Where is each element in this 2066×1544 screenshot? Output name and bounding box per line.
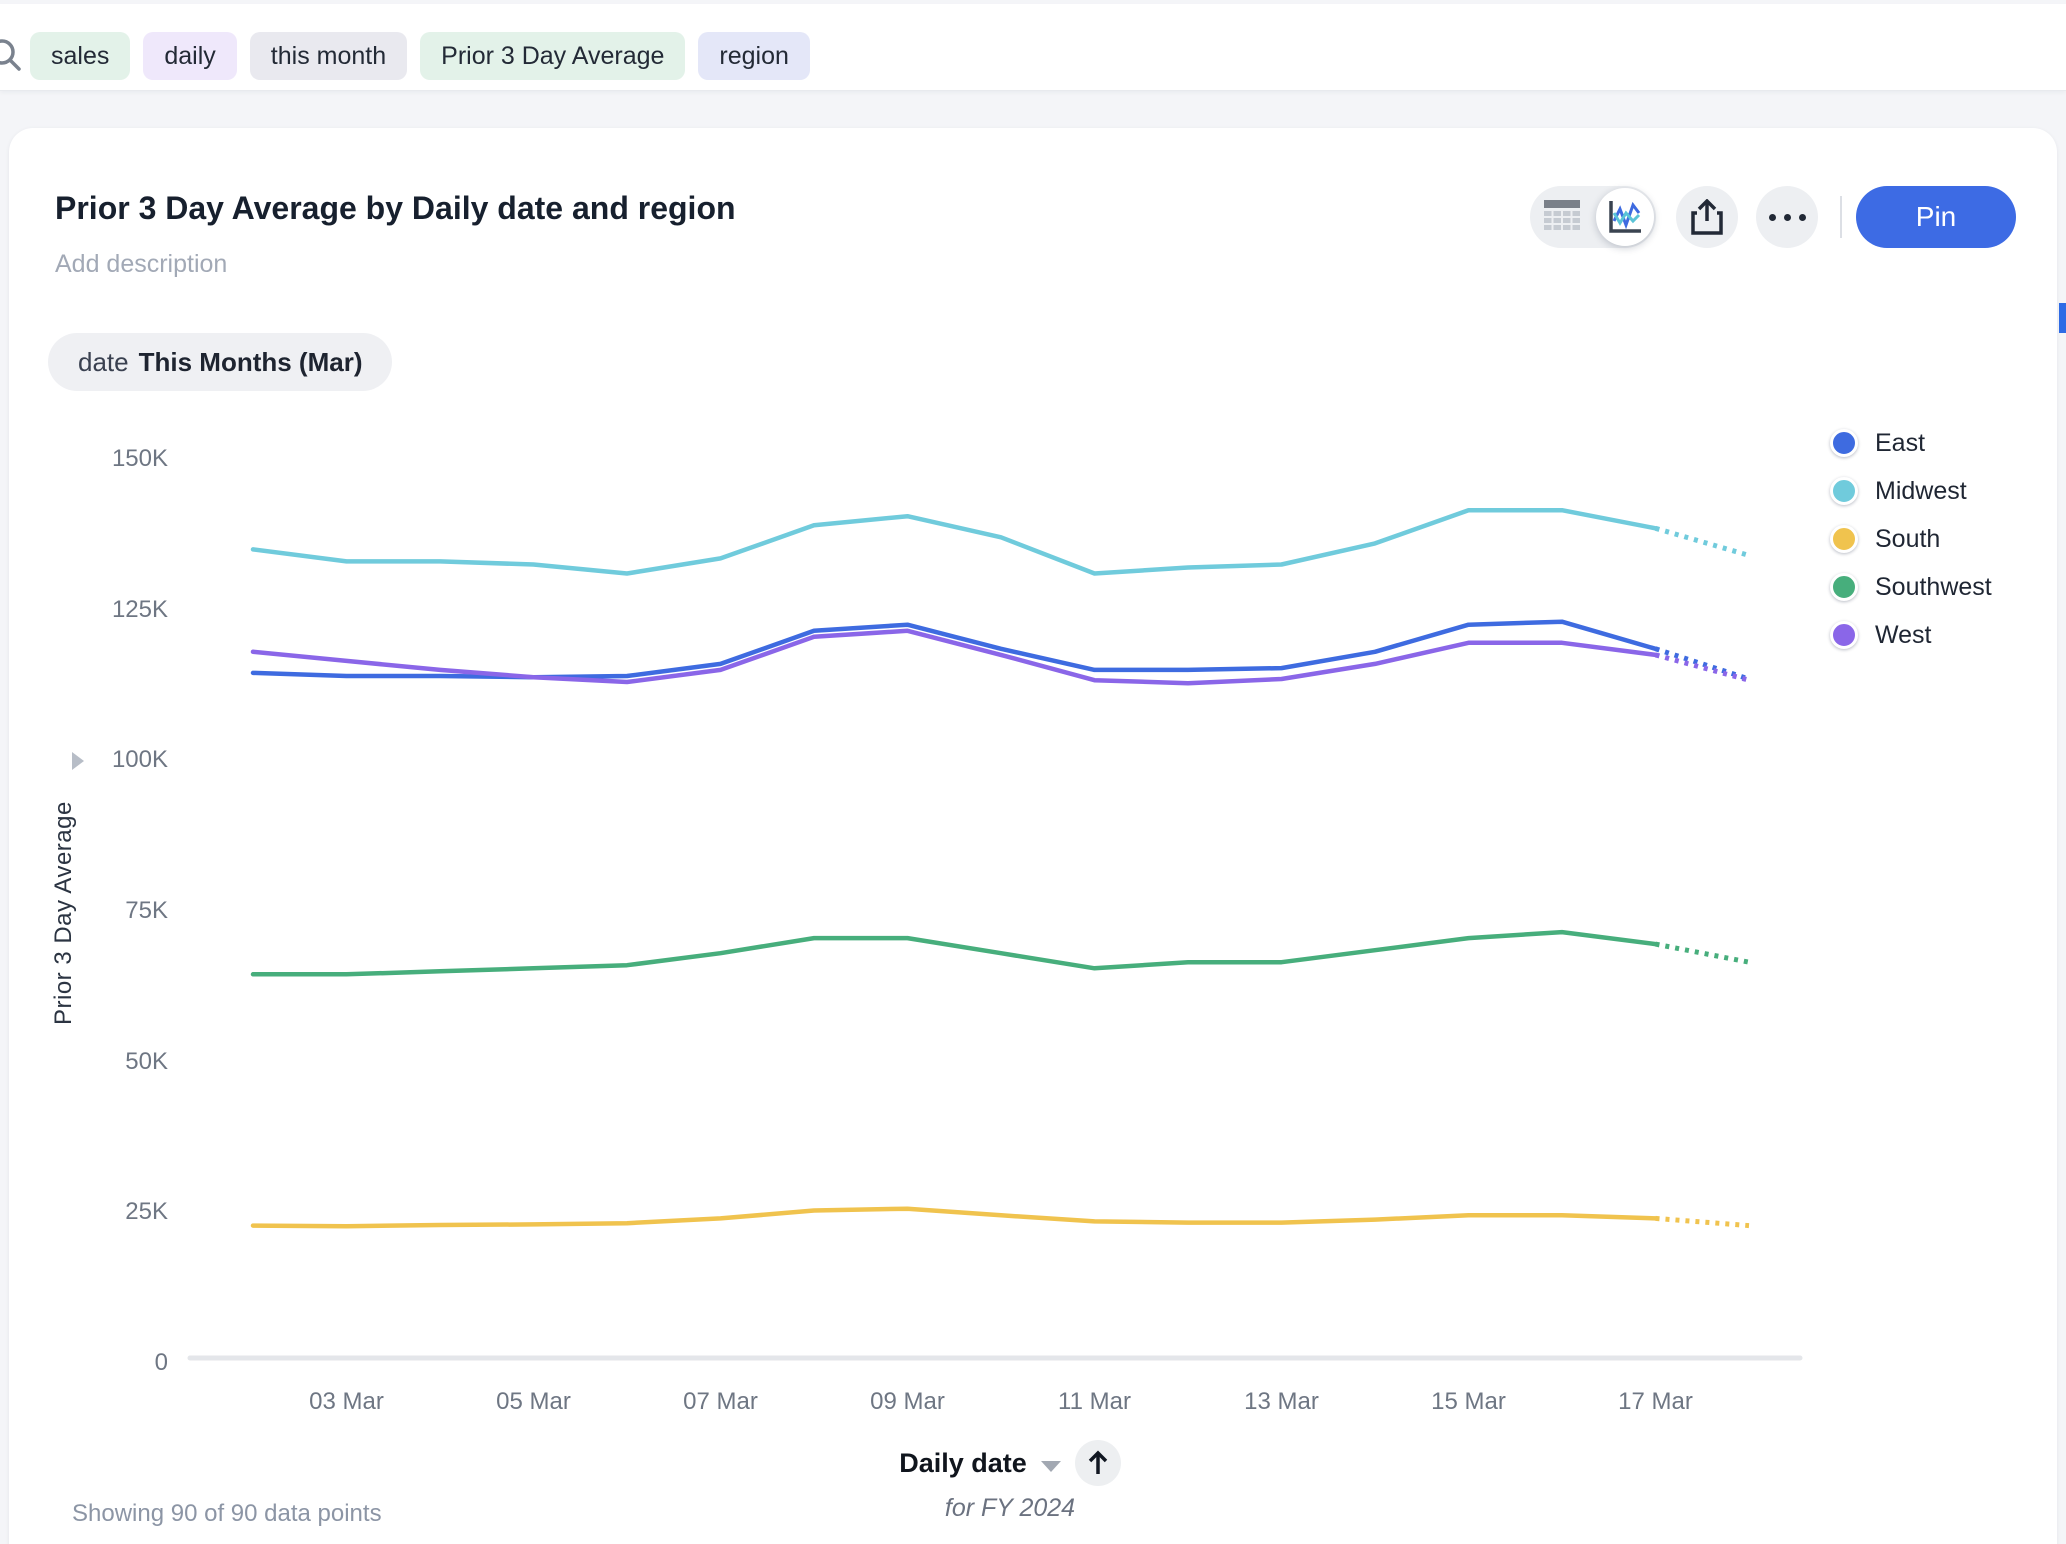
add-description[interactable]: Add description — [55, 250, 227, 279]
x-axis-subtitle: for FY 2024 — [945, 1494, 1075, 1523]
date-filter-chip[interactable]: date This Months (Mar) — [48, 333, 392, 391]
answer-page: sales daily this month Prior 3 Day Average r… — [0, 0, 2066, 1544]
line-southwest[interactable] — [253, 932, 1656, 974]
scroll-indicator[interactable] — [2059, 303, 2066, 333]
search-token-prior-3-day-average[interactable]: Prior 3 Day Average — [420, 32, 685, 80]
ellipsis-icon — [1769, 214, 1806, 221]
legend-label-south: South — [1875, 525, 1940, 554]
legend-label-midwest: Midwest — [1875, 477, 1967, 506]
line-west-forecast[interactable] — [1656, 655, 1750, 680]
search-token-list: sales daily this month Prior 3 Day Average r… — [30, 32, 810, 80]
x-tick-09-mar: 09 Mar — [848, 1388, 968, 1416]
chevron-down-icon[interactable] — [1041, 1461, 1061, 1472]
table-view-icon[interactable] — [1544, 200, 1580, 234]
legend-item-east[interactable]: East — [1830, 419, 1992, 467]
legend-item-west[interactable]: West — [1830, 611, 1992, 659]
share-button[interactable] — [1676, 186, 1738, 248]
legend-swatch-east — [1830, 429, 1858, 457]
legend-swatch-midwest — [1830, 477, 1858, 505]
line-south-forecast[interactable] — [1656, 1218, 1750, 1225]
more-options-button[interactable] — [1756, 186, 1818, 248]
legend-swatch-south — [1830, 525, 1858, 553]
legend-swatch-west — [1830, 621, 1858, 649]
x-tick-13-mar: 13 Mar — [1222, 1388, 1342, 1416]
x-tick-07-mar: 07 Mar — [661, 1388, 781, 1416]
share-icon — [1691, 199, 1723, 235]
pin-button[interactable]: Pin — [1856, 186, 2016, 248]
toolbar-divider — [1840, 196, 1842, 238]
legend-label-east: East — [1875, 429, 1925, 458]
search-token-daily[interactable]: daily — [143, 32, 236, 80]
x-tick-17-mar: 17 Mar — [1596, 1388, 1716, 1416]
search-token-this-month[interactable]: this month — [250, 32, 407, 80]
line-south[interactable] — [253, 1209, 1656, 1227]
line-midwest[interactable] — [253, 510, 1656, 573]
line-chart-canvas[interactable] — [140, 420, 1820, 1380]
line-midwest-forecast[interactable] — [1656, 528, 1750, 555]
filter-value: This Months (Mar) — [139, 347, 363, 378]
x-axis-label[interactable]: Daily date — [899, 1448, 1027, 1479]
data-points-footnote: Showing 90 of 90 data points — [72, 1500, 382, 1528]
view-toggle[interactable] — [1530, 186, 1656, 248]
x-tick-03-mar: 03 Mar — [287, 1388, 407, 1416]
arrow-up-icon — [1086, 1450, 1110, 1476]
chart-view-icon[interactable] — [1596, 188, 1654, 246]
search-bar[interactable]: sales daily this month Prior 3 Day Average r… — [0, 4, 2066, 91]
x-axis-control: Daily date for FY 2024 — [820, 1440, 1200, 1523]
x-tick-15-mar: 15 Mar — [1409, 1388, 1529, 1416]
search-token-region[interactable]: region — [698, 32, 810, 80]
page-title[interactable]: Prior 3 Day Average by Daily date and re… — [55, 190, 736, 227]
chart-legend: East Midwest South Southwest West — [1830, 419, 1992, 659]
drill-up-button[interactable] — [1075, 1440, 1121, 1486]
legend-label-southwest: Southwest — [1875, 573, 1992, 602]
filter-prefix: date — [78, 347, 129, 378]
legend-item-midwest[interactable]: Midwest — [1830, 467, 1992, 515]
legend-label-west: West — [1875, 621, 1932, 650]
legend-item-southwest[interactable]: Southwest — [1830, 563, 1992, 611]
x-tick-11-mar: 11 Mar — [1035, 1388, 1155, 1416]
line-southwest-forecast[interactable] — [1656, 944, 1750, 962]
legend-item-south[interactable]: South — [1830, 515, 1992, 563]
legend-swatch-southwest — [1830, 573, 1858, 601]
x-tick-05-mar: 05 Mar — [474, 1388, 594, 1416]
search-icon — [0, 36, 24, 76]
search-token-sales[interactable]: sales — [30, 32, 130, 80]
